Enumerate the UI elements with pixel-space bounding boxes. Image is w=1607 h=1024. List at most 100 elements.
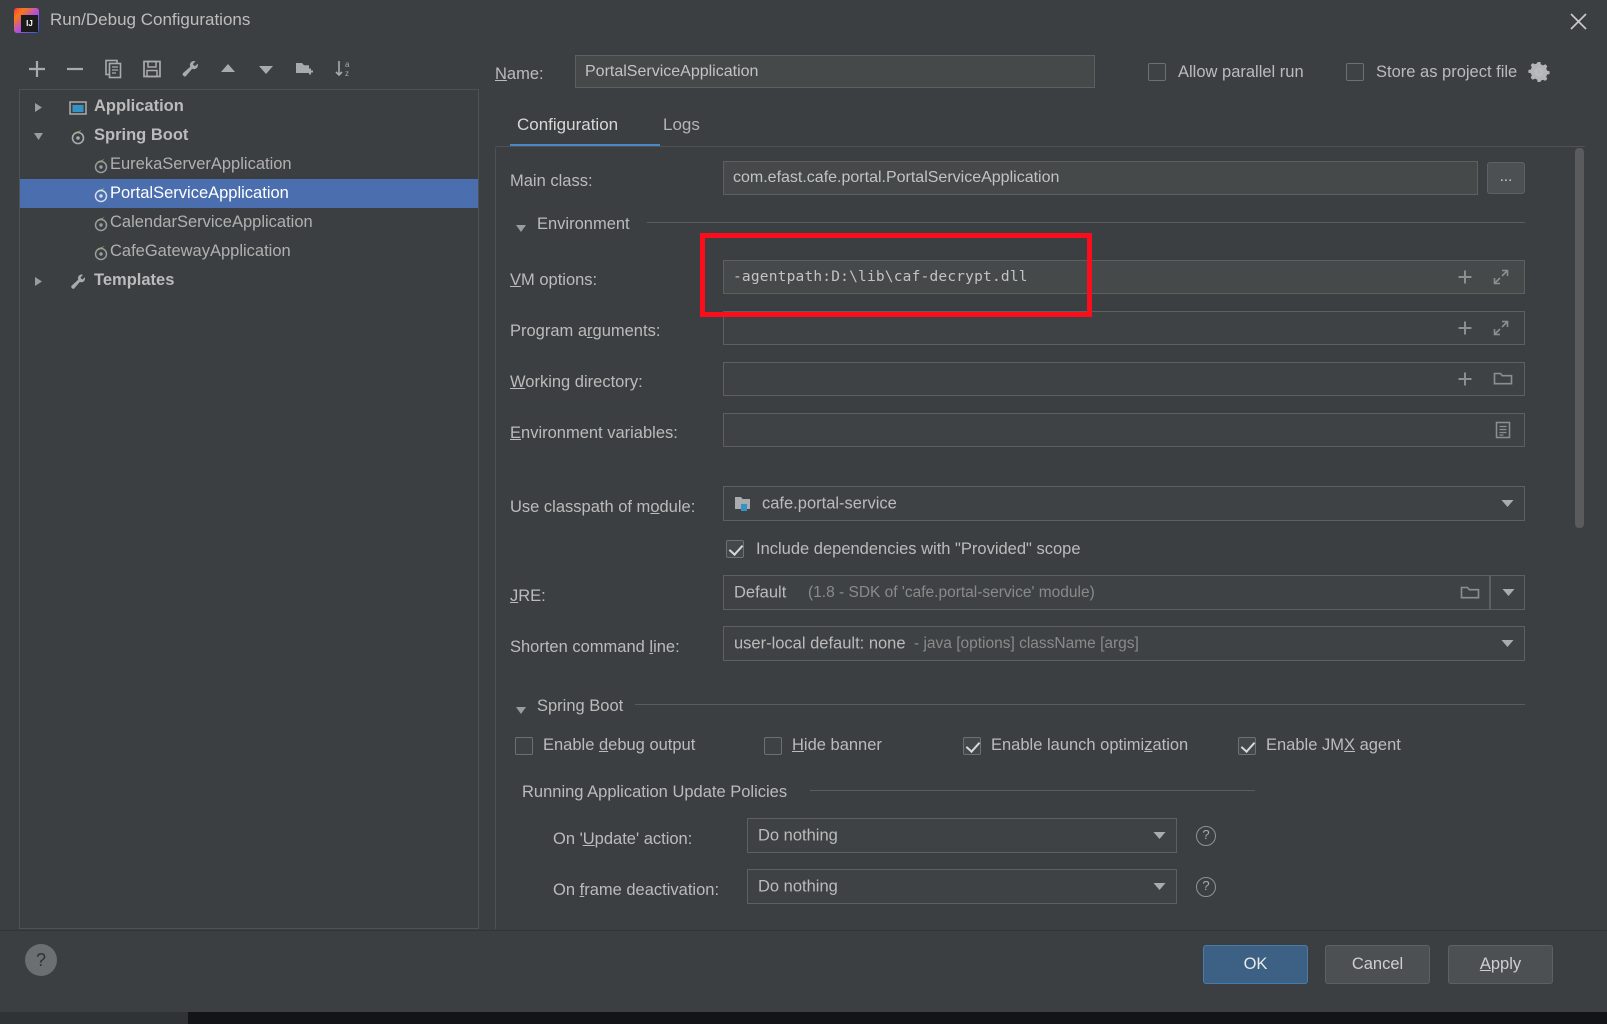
spring-boot-collapse-icon[interactable] [515, 703, 527, 721]
include-provided-scope-checkbox[interactable] [726, 540, 744, 558]
sort-configurations-button[interactable]: a z [327, 52, 361, 86]
configurations-tree: Application Spring Boot EurekaServerAppl… [19, 89, 479, 929]
environment-collapse-icon[interactable] [515, 221, 527, 239]
environment-section-title: Environment [537, 215, 630, 233]
tree-node-portalserviceapplication[interactable]: PortalServiceApplication [20, 179, 478, 208]
tree-node-spring-boot[interactable]: Spring Boot [20, 121, 478, 150]
wrench-icon[interactable] [173, 52, 207, 86]
vm-options-label: VM options: [510, 271, 598, 289]
gear-icon[interactable] [1528, 61, 1550, 83]
enable-jmx-agent-checkbox[interactable] [1238, 737, 1256, 755]
application-icon [69, 98, 87, 116]
copy-configuration-button[interactable] [97, 52, 131, 86]
help-button[interactable] [25, 944, 57, 976]
program-arguments-label: Program arguments: [510, 322, 661, 340]
desktop-taskbar-left [0, 1012, 188, 1024]
tree-node-label: Spring Boot [94, 126, 189, 144]
environment-section-divider [647, 222, 1525, 223]
tree-node-templates[interactable]: Templates [20, 266, 478, 295]
shorten-command-line-combo[interactable]: user-local default: none - java [options… [723, 626, 1525, 661]
vertical-scrollbar[interactable] [1573, 148, 1585, 652]
chevron-right-icon[interactable] [30, 266, 48, 295]
working-directory-input[interactable] [723, 362, 1525, 396]
shorten-command-line-label: Shorten command line: [510, 638, 680, 656]
jre-input[interactable]: Default (1.8 - SDK of 'cafe.portal-servi… [723, 575, 1490, 610]
create-folder-button[interactable] [288, 52, 322, 86]
tab-logs[interactable]: Logs [663, 115, 700, 135]
move-up-button[interactable] [211, 52, 245, 86]
spring-boot-icon [69, 127, 87, 145]
vm-options-expand-button[interactable] [1486, 261, 1516, 293]
enable-launch-optimization-checkbox[interactable] [963, 737, 981, 755]
tree-node-application[interactable]: Application [20, 92, 478, 121]
working-directory-browse-icon[interactable] [1488, 363, 1518, 395]
name-input[interactable]: PortalServiceApplication [575, 55, 1095, 88]
chevron-right-icon[interactable] [30, 92, 48, 121]
jre-hint: (1.8 - SDK of 'cafe.portal-service' modu… [808, 583, 1095, 601]
close-icon[interactable] [1563, 6, 1593, 34]
tree-node-label: CafeGatewayApplication [110, 242, 291, 260]
chevron-down-icon[interactable] [1501, 495, 1514, 513]
vm-options-input[interactable]: -agentpath:D:\lib\caf-decrypt.dll [723, 260, 1525, 294]
chevron-down-icon[interactable] [1502, 584, 1515, 602]
wrench-icon [69, 272, 87, 290]
chevron-down-icon[interactable] [1153, 827, 1166, 845]
program-arguments-macro-button[interactable] [1450, 312, 1480, 344]
dialog-titlebar: Run/Debug Configurations [0, 0, 1607, 40]
hide-banner-checkbox[interactable] [764, 737, 782, 755]
apply-button[interactable]: Apply [1448, 945, 1553, 984]
move-down-button[interactable] [249, 52, 283, 86]
working-directory-macro-button[interactable] [1450, 363, 1480, 395]
update-policies-section-title: Running Application Update Policies [522, 783, 788, 801]
tree-node-eurekaserverapplication[interactable]: EurekaServerApplication [20, 150, 478, 179]
tree-node-label: Application [94, 97, 184, 115]
main-class-input[interactable]: com.efast.cafe.portal.PortalServiceAppli… [723, 161, 1478, 195]
allow-parallel-run-checkbox[interactable] [1148, 63, 1166, 81]
ok-button[interactable]: OK [1203, 945, 1308, 984]
tab-configuration[interactable]: Configuration [517, 115, 618, 135]
on-update-action-combo[interactable]: Do nothing [747, 818, 1177, 853]
vm-options-value: -agentpath:D:\lib\caf-decrypt.dll [733, 268, 1028, 285]
chevron-down-icon[interactable] [1501, 635, 1514, 653]
tree-node-cafegatewayapplication[interactable]: CafeGatewayApplication [20, 237, 478, 266]
vm-options-macro-button[interactable] [1450, 261, 1480, 293]
module-icon [734, 495, 752, 518]
enable-debug-output-checkbox[interactable] [515, 737, 533, 755]
enable-launch-optimization-label: Enable launch optimization [991, 736, 1189, 754]
add-configuration-button[interactable] [20, 52, 54, 86]
module-classpath-combo[interactable]: cafe.portal-service [723, 486, 1525, 521]
store-as-project-file-checkbox[interactable] [1346, 63, 1364, 81]
store-as-project-file-label: Store as project file [1376, 63, 1518, 81]
include-provided-scope-label: Include dependencies with "Provided" sco… [756, 540, 1081, 558]
jre-label: JRE: [510, 587, 546, 605]
hide-banner-label: Hide banner [792, 736, 882, 754]
spring-boot-icon [92, 156, 110, 174]
program-arguments-input[interactable] [723, 311, 1525, 345]
jre-dropdown-button[interactable] [1490, 575, 1525, 610]
remove-configuration-button[interactable] [58, 52, 92, 86]
chevron-down-icon[interactable] [1153, 878, 1166, 896]
cancel-button[interactable]: Cancel [1325, 945, 1430, 984]
on-frame-deactivation-help-icon[interactable] [1196, 877, 1216, 897]
environment-variables-editor-icon[interactable] [1488, 414, 1518, 446]
intellij-idea-logo-icon [14, 8, 39, 33]
on-update-action-help-icon[interactable] [1196, 826, 1216, 846]
environment-variables-input[interactable] [723, 413, 1525, 447]
main-class-browse-button[interactable]: ... [1487, 162, 1525, 194]
jre-browse-icon[interactable] [1455, 576, 1485, 609]
shorten-command-line-value: user-local default: none [734, 634, 906, 652]
save-configuration-button[interactable] [135, 52, 169, 86]
chevron-down-icon[interactable] [30, 121, 48, 150]
spring-boot-icon [92, 243, 110, 261]
on-frame-deactivation-combo[interactable]: Do nothing [747, 869, 1177, 904]
screen: Run/Debug Configurations [0, 0, 1607, 1024]
update-policies-section-divider [810, 790, 1255, 791]
program-arguments-expand-button[interactable] [1486, 312, 1516, 344]
configurations-toolbar: a z [20, 52, 480, 86]
tree-node-label: CalendarServiceApplication [110, 213, 313, 231]
jre-value: Default [734, 583, 787, 601]
scrollbar-thumb[interactable] [1575, 148, 1584, 528]
enable-jmx-agent-label: Enable JMX agent [1266, 736, 1401, 754]
tree-node-calendarserviceapplication[interactable]: CalendarServiceApplication [20, 208, 478, 237]
environment-variables-label: Environment variables: [510, 424, 678, 442]
